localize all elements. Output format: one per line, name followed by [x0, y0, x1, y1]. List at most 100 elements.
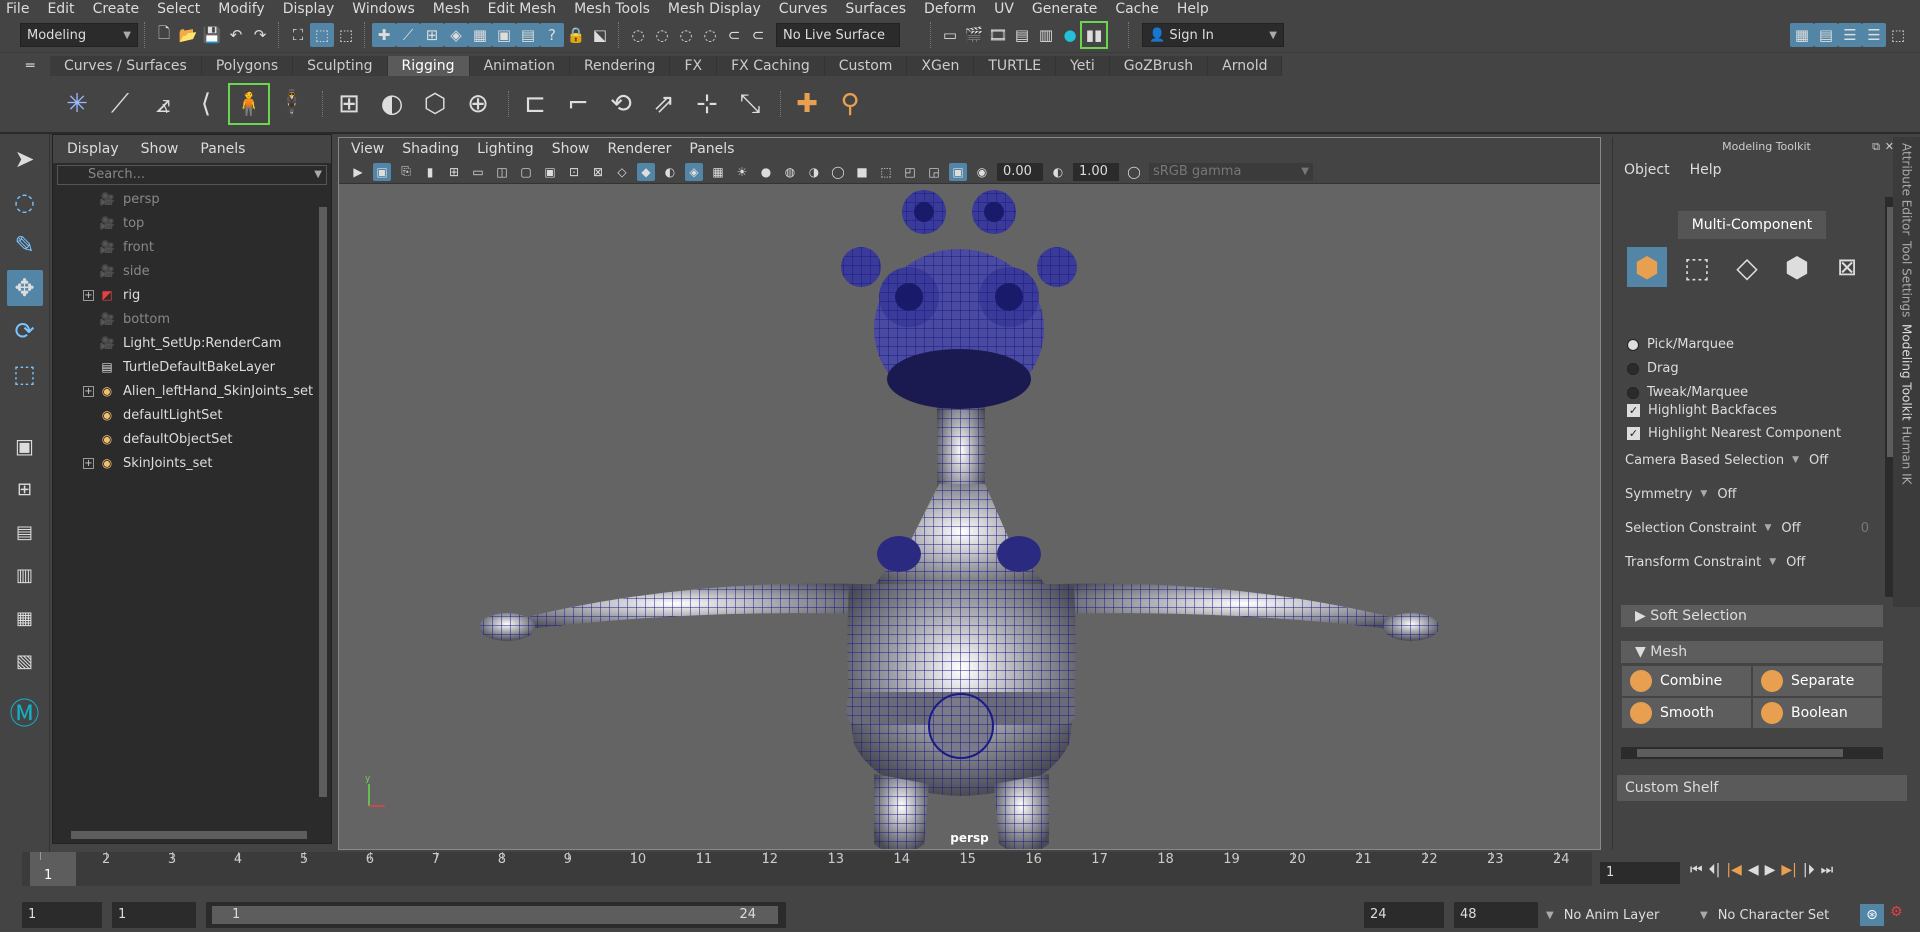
scrollbar-thumb[interactable] [319, 207, 327, 797]
tab-custom[interactable]: Custom [824, 56, 908, 76]
go-to-start-icon[interactable]: ⏮ [1690, 862, 1703, 878]
toolkit-horizontal-scrollbar[interactable] [1621, 747, 1883, 759]
render-settings-icon[interactable]: ▥ [1034, 23, 1058, 47]
outliner-item[interactable]: + ◉ SkinJoints_set [53, 451, 331, 475]
mirror-joint-icon[interactable]: ⟨ [187, 85, 225, 123]
menu-curves[interactable]: Curves [779, 0, 828, 18]
mesh-section-header[interactable]: ▼ Mesh [1621, 641, 1883, 663]
move-tool-icon[interactable]: ✥ [6, 270, 43, 306]
modeling-toolkit-toggle-icon[interactable]: ▦ [1790, 23, 1814, 47]
scale-tool-icon[interactable]: ⬚ [7, 356, 43, 392]
time-slider[interactable]: 1 2 3 4 5 6 7 8 9 10 11 12 13 14 15 16 17 18 19 20 21 22 23 24… [0, 852, 1920, 890]
render-region-icon[interactable]: ▭ [938, 23, 962, 47]
anti-alias-icon[interactable]: ◯ [829, 163, 847, 181]
select-tool-icon[interactable]: ➤ [7, 141, 43, 177]
menu-edit[interactable]: Edit [47, 0, 74, 18]
pick-icon[interactable]: ⬕ [588, 23, 612, 47]
depth-of-field-icon[interactable]: ■ [853, 163, 871, 181]
menu-modify[interactable]: Modify [218, 0, 264, 18]
textured-icon[interactable]: ▦ [709, 163, 727, 181]
anim-layer-dropdown[interactable]: ▼ No Anim Layer [1546, 902, 1694, 928]
viewport-menu-renderer[interactable]: Renderer [607, 141, 671, 157]
toolkit-menu-help[interactable]: Help [1690, 162, 1722, 178]
grid-icon[interactable]: ⊞ [445, 163, 463, 181]
play-backwards-icon[interactable]: ◀ [1748, 862, 1759, 878]
tab-gozbrush[interactable]: GoZBrush [1109, 56, 1209, 76]
wireframe-icon[interactable]: ◇ [613, 163, 631, 181]
locator-icon[interactable]: ✚ [788, 85, 826, 123]
radio-button[interactable] [1627, 362, 1639, 375]
safe-title-icon[interactable]: ⊠ [589, 163, 607, 181]
radio-button[interactable] [1627, 338, 1639, 351]
tab-polygons[interactable]: Polygons [201, 56, 294, 76]
default-material-icon[interactable]: ◐ [661, 163, 679, 181]
step-forward-frame-icon[interactable]: |⏵ [1803, 862, 1815, 878]
orient-constraint-icon[interactable]: ⟲ [602, 85, 640, 123]
uv-mode-icon[interactable]: ⊠ [1827, 247, 1867, 287]
viewport-menu-show[interactable]: Show [552, 141, 590, 157]
xray-joints-icon[interactable]: ◲ [925, 163, 943, 181]
viewport-menu-panels[interactable]: Panels [689, 141, 734, 157]
option-value[interactable]: Off [1809, 453, 1828, 468]
workspace-dropdown[interactable]: Modeling ▼ [20, 23, 138, 47]
current-frame-field[interactable]: 1 [1600, 862, 1680, 884]
object-mode-icon[interactable]: ⬢ [1627, 247, 1667, 287]
lasso-3-icon[interactable]: ◌ [674, 23, 698, 47]
undo-icon[interactable]: ↶ [224, 23, 248, 47]
screen-space-ao-icon[interactable]: ◍ [781, 163, 799, 181]
parent-constraint-icon[interactable]: ⊏ [516, 85, 554, 123]
viewport-menu-shading[interactable]: Shading [402, 141, 459, 157]
exposure-icon[interactable]: ◉ [973, 163, 991, 181]
playback-start-field[interactable]: 1 [112, 902, 196, 928]
gate-mask-icon[interactable]: ▢ [517, 163, 535, 181]
tool-settings-toggle-icon[interactable]: ☰ [1838, 23, 1862, 47]
chevron-down-icon[interactable]: ▼ [1700, 489, 1707, 499]
viewport-menu-view[interactable]: View [351, 141, 384, 157]
field-chart-icon[interactable]: ▣ [541, 163, 559, 181]
camera-icon[interactable]: ▶ [349, 163, 367, 181]
character-model[interactable]: y [339, 184, 1600, 849]
outliner-layout-icon[interactable]: ▤ [7, 514, 43, 550]
outliner-item[interactable]: 🎥 side [53, 259, 331, 283]
outliner-item[interactable]: 🎥 top [53, 211, 331, 235]
menu-mesh-tools[interactable]: Mesh Tools [574, 0, 650, 18]
scrollbar-thumb[interactable] [1637, 749, 1843, 757]
menu-edit-mesh[interactable]: Edit Mesh [488, 0, 556, 18]
auto-key-icon[interactable]: ⊛ [1860, 904, 1884, 926]
outliner-menu-show[interactable]: Show [141, 141, 179, 157]
tab-yeti[interactable]: Yeti [1056, 56, 1110, 76]
custom-shelf-header[interactable]: Custom Shelf [1617, 775, 1907, 801]
outliner-item[interactable]: + ◉ Alien_leftHand_SkinJoints_set [53, 379, 331, 403]
chevron-down-icon[interactable]: ▼ [1792, 455, 1799, 465]
outliner-item[interactable]: 🎥 Light_SetUp:RenderCam [53, 331, 331, 355]
lights-icon[interactable]: ☀ [733, 163, 751, 181]
expand-icon[interactable]: + [83, 457, 94, 469]
mesh-smooth-button[interactable]: Smooth [1621, 697, 1752, 729]
gamma-field[interactable]: 1.00 [1073, 162, 1119, 181]
face-mode-icon[interactable]: ⬢ [1777, 247, 1817, 287]
motion-blur-icon[interactable]: ◑ [805, 163, 823, 181]
character-set-dropdown[interactable]: ▼ No Character Set [1700, 902, 1860, 928]
query-icon[interactable]: ? [540, 23, 564, 47]
isolate-select-icon[interactable]: ⬚ [877, 163, 895, 181]
set-driven-key-icon[interactable]: ⚲ [831, 85, 869, 123]
menu-cache[interactable]: Cache [1115, 0, 1159, 18]
current-frame-marker[interactable]: 1 [30, 852, 76, 886]
menu-mesh[interactable]: Mesh [433, 0, 470, 18]
outliner-vertical-scrollbar[interactable] [317, 191, 329, 811]
tab-animation[interactable]: Animation [469, 56, 570, 76]
float-icon[interactable]: ⧉ [1872, 137, 1880, 157]
snap-curve-icon[interactable]: ⟋ [396, 23, 420, 47]
outliner-item[interactable]: ▤ TurtleDefaultBakeLayer [53, 355, 331, 379]
four-view-layout-icon[interactable]: ⊞ [7, 471, 43, 507]
menu-surfaces[interactable]: Surfaces [845, 0, 906, 18]
persp-graph-layout-icon[interactable]: ▧ [7, 643, 43, 679]
outliner-item[interactable]: 🎥 bottom [53, 307, 331, 331]
exposure-field[interactable]: 0.00 [997, 162, 1043, 181]
create-joints-icon[interactable]: ✳ [58, 85, 96, 123]
outliner-search-input[interactable]: Search... ▼ [57, 165, 327, 185]
menu-mesh-display[interactable]: Mesh Display [668, 0, 761, 18]
paint-select-tool-icon[interactable]: ✎ [7, 227, 43, 263]
menu-uv[interactable]: UV [994, 0, 1014, 18]
tab-turtle[interactable]: TURTLE [974, 56, 1057, 76]
